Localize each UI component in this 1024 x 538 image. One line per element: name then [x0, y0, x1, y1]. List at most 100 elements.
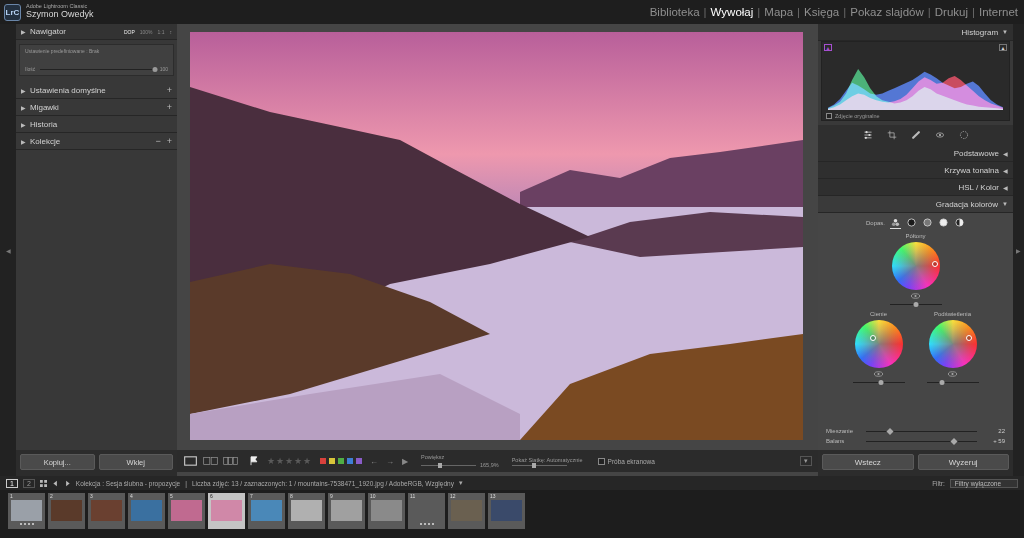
module-tab[interactable]: Księga — [804, 6, 839, 18]
star[interactable]: ★ — [285, 456, 293, 466]
right-panel-toggle[interactable]: ▶ — [1013, 24, 1024, 476]
grid-slider[interactable] — [512, 465, 567, 466]
expand-arrow[interactable]: ◀ — [1003, 184, 1008, 191]
panel-section[interactable]: ▶Kolekcje−+ — [16, 133, 177, 150]
color-label[interactable] — [347, 458, 353, 464]
color-label[interactable] — [329, 458, 335, 464]
module-tab[interactable]: Internet — [979, 6, 1018, 18]
grading-slider[interactable] — [866, 431, 977, 432]
module-tab[interactable]: Pokaz slajdów — [850, 6, 924, 18]
module-tab[interactable]: Biblioteka — [650, 6, 700, 18]
navigator-header[interactable]: ▶NawigatorDOP100%1:1↕ — [16, 24, 177, 40]
luminance-slider[interactable] — [853, 382, 905, 383]
panel-section[interactable]: Krzywa tonalna◀ — [818, 162, 1013, 179]
shadows-mode-icon[interactable] — [907, 218, 916, 227]
grading-mode[interactable] — [922, 217, 933, 229]
amount-slider[interactable] — [40, 69, 154, 70]
star[interactable]: ★ — [294, 456, 302, 466]
color-label[interactable] — [320, 458, 326, 464]
forward-arrow-icon[interactable] — [64, 480, 71, 487]
slider-knob[interactable] — [532, 463, 536, 468]
module-tab[interactable]: Wywołaj — [711, 6, 754, 18]
section-action[interactable]: + — [167, 102, 172, 112]
luminance-slider[interactable] — [890, 304, 942, 305]
filmstrip-thumbnail[interactable]: 10 — [368, 493, 405, 529]
crop-icon[interactable] — [887, 130, 897, 140]
panel-section[interactable]: HSL / Kolor◀ — [818, 179, 1013, 196]
panel-button[interactable]: Wyzeruj — [918, 454, 1010, 470]
color-wheel[interactable] — [855, 320, 903, 368]
global-mode-icon[interactable] — [955, 218, 964, 227]
section-action[interactable]: + — [167, 136, 172, 146]
star-rating[interactable]: ★★★★★ — [267, 456, 311, 466]
panel-button[interactable]: Wstecz — [822, 454, 914, 470]
panel-section[interactable]: ▶Ustawienia domyślne+ — [16, 82, 177, 99]
panel-button[interactable]: Wklej — [99, 454, 174, 470]
three-way-icon[interactable] — [891, 218, 900, 227]
back-arrow-icon[interactable] — [52, 480, 59, 487]
luminance-slider[interactable] — [927, 382, 979, 383]
zoom-slider[interactable] — [421, 465, 476, 466]
expand-arrow[interactable]: ▶ — [21, 104, 26, 111]
filmstrip-thumbnail[interactable]: 7 — [248, 493, 285, 529]
edit-sliders-icon[interactable] — [863, 130, 873, 140]
midtones-mode-icon[interactable] — [923, 218, 932, 227]
slider-knob[interactable] — [940, 380, 945, 385]
checkbox[interactable] — [598, 458, 605, 465]
expand-arrow[interactable]: ◀ — [1003, 150, 1008, 157]
module-tab[interactable]: Drukuj — [935, 6, 968, 18]
slider-knob[interactable] — [913, 302, 918, 307]
slider-knob[interactable] — [879, 380, 884, 385]
previous-button[interactable]: ← — [370, 457, 378, 466]
clipping-indicator[interactable]: ▲ — [824, 44, 832, 51]
panel-section[interactable]: Podstawowe◀ — [818, 145, 1013, 162]
source-dropdown[interactable]: ▾ — [459, 479, 463, 487]
section-action[interactable]: − — [155, 136, 160, 146]
slider-knob[interactable] — [152, 67, 157, 72]
filmstrip-thumbnail[interactable]: 8 — [288, 493, 325, 529]
expand-arrow[interactable]: ▼ — [1002, 29, 1008, 35]
grading-mode[interactable] — [954, 217, 965, 229]
filmstrip-thumbnail[interactable]: 6 — [208, 493, 245, 529]
window-button[interactable]: 1 — [6, 479, 18, 488]
eye-icon[interactable] — [874, 371, 883, 377]
source-label[interactable]: Kolekcja : Sesja ślubna - propozycje — [76, 480, 180, 487]
filmstrip-thumbnail[interactable]: 1 — [8, 493, 45, 529]
color-label[interactable] — [338, 458, 344, 464]
expand-arrow[interactable]: ▶ — [21, 87, 26, 94]
slider-knob[interactable] — [438, 463, 442, 468]
toolbar-menu[interactable]: ▾ — [800, 456, 812, 466]
panel-button[interactable]: Kopiuj... — [20, 454, 95, 470]
slider-knob[interactable] — [951, 437, 958, 444]
wheel-marker[interactable] — [966, 335, 972, 341]
filmstrip-thumbnail[interactable]: 2 — [48, 493, 85, 529]
filmstrip-thumbnail[interactable]: 12 — [448, 493, 485, 529]
zoom-option[interactable]: 100% — [140, 29, 153, 35]
grading-mode[interactable] — [906, 217, 917, 229]
expand-arrow[interactable]: ▶ — [21, 28, 26, 35]
filmstrip-thumbnail[interactable]: 3 — [88, 493, 125, 529]
color-wheel[interactable] — [892, 242, 940, 290]
loupe-view-icon[interactable] — [183, 456, 198, 466]
grading-mode[interactable] — [938, 217, 949, 229]
grid-view-icon[interactable] — [40, 480, 47, 487]
collapse-arrow[interactable]: ▶ — [1016, 247, 1021, 254]
panel-section[interactable]: Gradacja kolorów▼ — [818, 196, 1013, 213]
red-eye-icon[interactable] — [935, 130, 945, 140]
eye-icon[interactable] — [911, 293, 920, 299]
zoom-option[interactable]: DOP — [124, 29, 135, 35]
histogram-header[interactable]: Histogram▼ — [818, 24, 1013, 41]
slideshow-button[interactable]: ▶ — [402, 457, 408, 466]
panel-section[interactable]: ▶Historia — [16, 116, 177, 133]
star[interactable]: ★ — [276, 456, 284, 466]
healing-brush-icon[interactable] — [911, 130, 921, 140]
expand-arrow[interactable]: ◀ — [1003, 167, 1008, 174]
soft-proof-toggle[interactable]: Próba ekranowa — [598, 458, 655, 465]
color-wheel[interactable] — [929, 320, 977, 368]
panel-section[interactable]: ▶Migawki+ — [16, 99, 177, 116]
highlights-mode-icon[interactable] — [939, 218, 948, 227]
grading-mode[interactable] — [890, 217, 901, 229]
wheel-marker[interactable] — [932, 261, 938, 267]
wheel-marker[interactable] — [870, 335, 876, 341]
checkbox[interactable] — [826, 113, 832, 119]
